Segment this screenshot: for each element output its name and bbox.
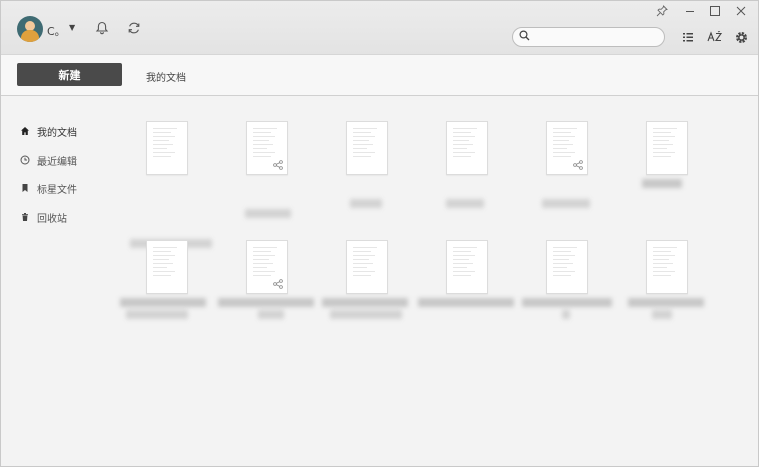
avatar[interactable] [17,16,43,42]
document-thumbnail-icon [546,121,588,175]
file-grid [1,97,758,467]
document-thumbnail-icon [346,240,388,294]
file-item[interactable] [322,240,446,350]
document-thumbnail-icon [246,240,288,294]
document-thumbnail-icon [546,240,588,294]
file-item[interactable] [628,240,746,350]
file-item[interactable] [522,240,646,350]
file-item[interactable] [245,121,346,231]
minimize-icon[interactable] [681,4,699,18]
username[interactable]: C。 [47,23,66,39]
file-item[interactable] [218,240,346,350]
list-view-icon[interactable] [680,29,696,45]
pin-icon[interactable] [653,4,671,18]
search-input[interactable] [534,29,654,45]
toolbar: 新建 我的文档 [1,55,758,96]
breadcrumb[interactable]: 我的文档 [146,69,186,84]
bell-icon[interactable] [94,20,110,36]
document-thumbnail-icon [146,121,188,175]
document-thumbnail-icon [446,121,488,175]
file-item[interactable] [642,121,746,231]
file-item[interactable] [446,121,546,231]
share-icon [273,279,283,289]
file-item[interactable] [130,121,246,248]
share-icon [573,160,583,170]
document-thumbnail-icon [246,121,288,175]
close-icon[interactable] [732,4,750,18]
document-thumbnail-icon [446,240,488,294]
file-item[interactable] [346,121,446,231]
share-icon [273,160,283,170]
new-button[interactable]: 新建 [17,63,122,86]
document-thumbnail-icon [646,240,688,294]
title-bar: C。 ▼ [1,1,758,55]
document-thumbnail-icon [146,240,188,294]
app-window: C。 ▼ 新建 我的文档 我的文档 最近编辑 标星文件 回收站 [0,0,759,467]
file-item[interactable] [542,121,646,231]
file-item[interactable] [418,240,546,350]
maximize-icon[interactable] [706,4,724,18]
sort-az-icon[interactable] [706,29,724,45]
file-item[interactable] [120,240,246,350]
chevron-down-icon[interactable]: ▼ [69,23,75,32]
search-icon [519,30,530,44]
document-thumbnail-icon [646,121,688,175]
document-thumbnail-icon [346,121,388,175]
gear-icon[interactable] [733,29,749,45]
search-box[interactable] [512,27,665,47]
sync-icon[interactable] [126,20,142,36]
